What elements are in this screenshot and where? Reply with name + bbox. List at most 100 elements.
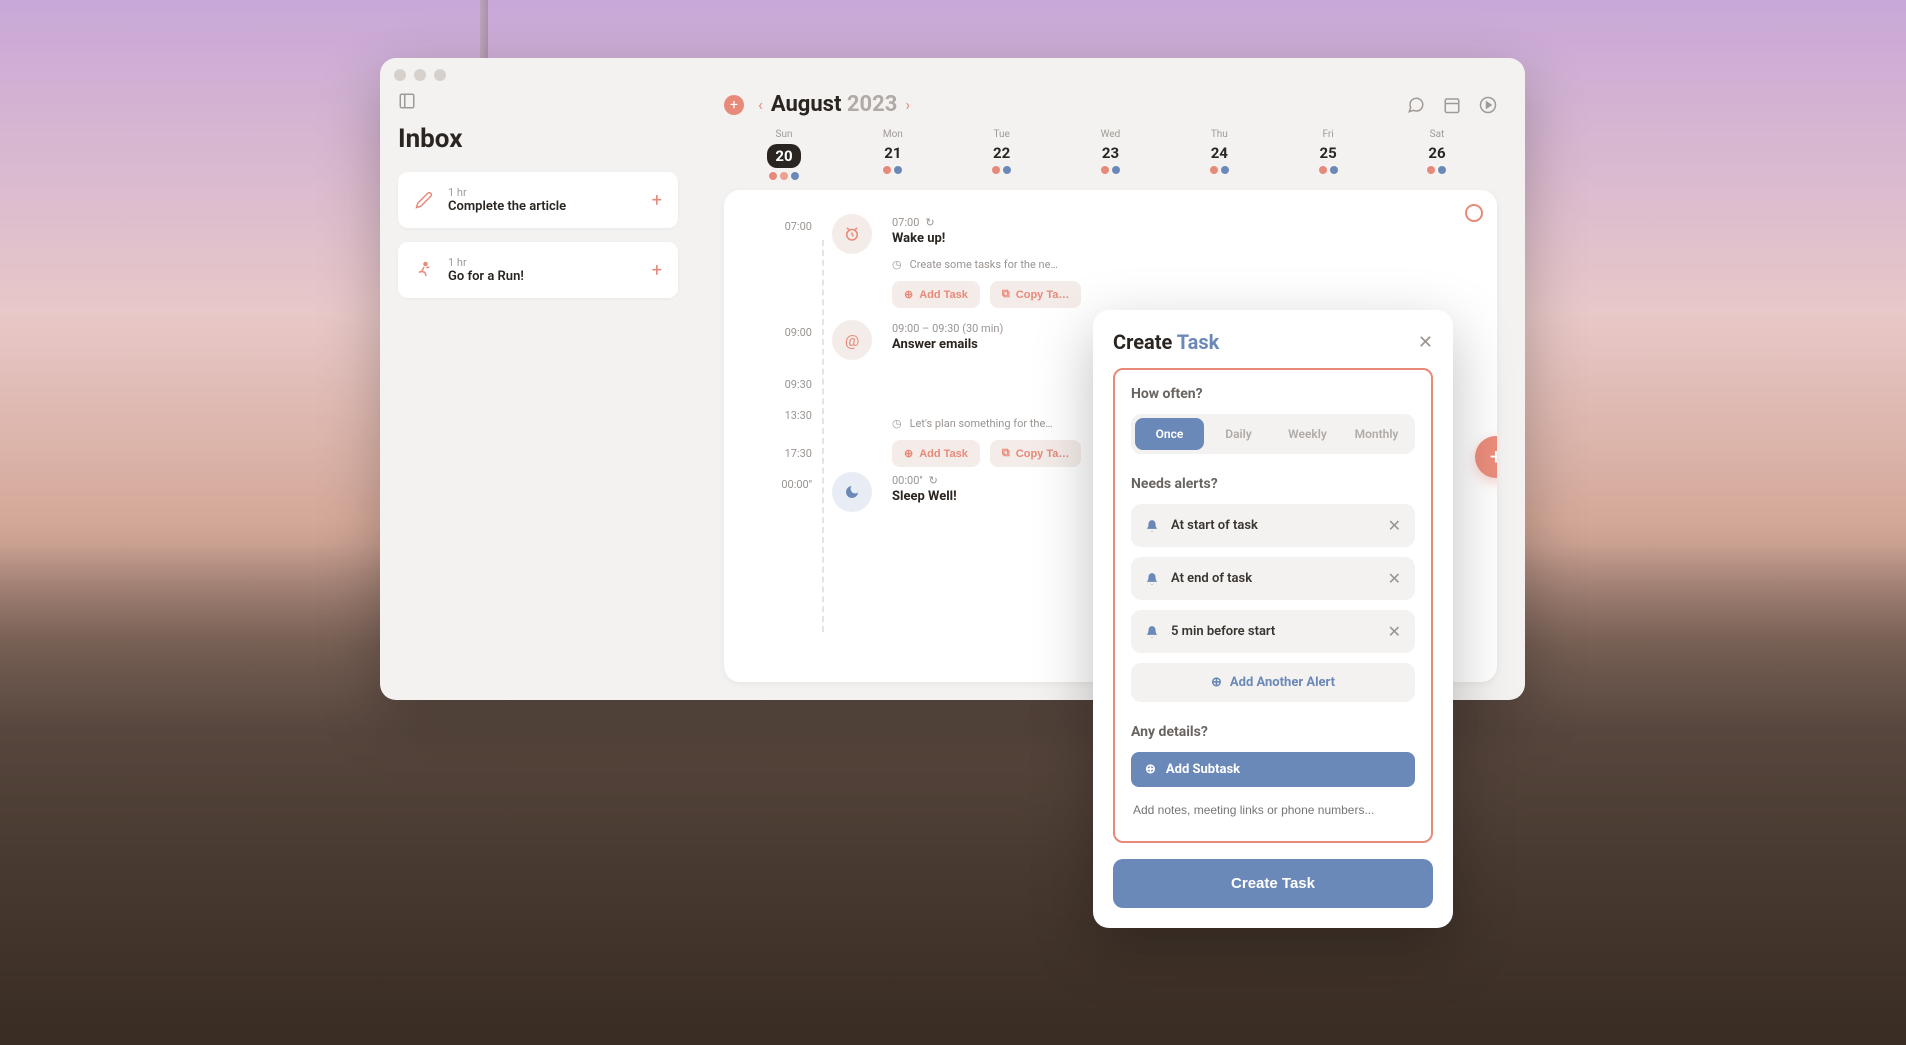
day-column[interactable]: Tue 22 [952, 129, 1052, 180]
how-often-label: How often? [1131, 386, 1415, 402]
alert-text: At end of task [1171, 571, 1376, 586]
modal-title-part2: Task [1177, 330, 1220, 354]
inbox-item[interactable]: 1 hr Go for a Run! + [398, 242, 678, 298]
time-label: 00:00'' [754, 472, 812, 512]
calendar-icon[interactable] [1443, 96, 1461, 114]
play-icon[interactable] [1479, 96, 1497, 114]
copy-task-button[interactable]: ⧉Copy Ta… [990, 281, 1081, 308]
remove-alert-icon[interactable]: ✕ [1388, 569, 1401, 588]
day-dots [769, 172, 799, 180]
alarm-icon [832, 214, 872, 254]
event-time: 00:00'' [892, 474, 923, 487]
add-task-button[interactable]: ⊕Add Task [892, 281, 980, 308]
panel-toggle-icon[interactable] [398, 92, 416, 110]
close-icon[interactable]: ✕ [1418, 332, 1433, 353]
moon-icon [832, 472, 872, 512]
add-button[interactable]: + [724, 95, 744, 115]
notes-input[interactable] [1131, 795, 1415, 825]
title-bar [380, 58, 1525, 80]
day-column[interactable]: Mon 21 [843, 129, 943, 180]
fab-add-button[interactable]: + [1475, 436, 1497, 478]
week-row: Sun 20 Mon 21 Tue 22 Wed 23 Thu 24 Fri 2… [724, 125, 1497, 190]
plus-icon[interactable]: + [652, 260, 662, 281]
day-name: Sun [776, 129, 793, 140]
alert-item: At start of task ✕ [1131, 504, 1415, 547]
inbox-task-title: Go for a Run! [448, 269, 638, 284]
repeat-icon: ↻ [925, 216, 934, 229]
create-task-modal: Create Task ✕ How often? OnceDailyWeekly… [1093, 310, 1453, 928]
alert-text: At start of task [1171, 518, 1376, 533]
modal-title-part1: Create [1113, 330, 1172, 354]
event-title: Wake up! [892, 231, 1467, 246]
inbox-item-icon [414, 260, 434, 280]
inbox-duration: 1 hr [448, 256, 638, 269]
complete-circle-icon[interactable] [1465, 204, 1483, 222]
add-alert-button[interactable]: ⊕ Add Another Alert [1131, 663, 1415, 702]
day-name: Tue [993, 129, 1009, 140]
bell-icon [1145, 572, 1159, 586]
frequency-option[interactable]: Daily [1204, 418, 1273, 450]
remove-alert-icon[interactable]: ✕ [1388, 516, 1401, 535]
day-number: 20 [767, 144, 800, 168]
subtask-text: Create some tasks for the ne… [910, 258, 1058, 271]
day-dots [1210, 166, 1229, 174]
next-month-button[interactable]: › [905, 95, 910, 114]
day-column[interactable]: Sat 26 [1387, 129, 1487, 180]
day-name: Sat [1430, 129, 1445, 140]
plus-icon[interactable]: + [652, 190, 662, 211]
bell-icon [1145, 519, 1159, 533]
day-column[interactable]: Fri 25 [1278, 129, 1378, 180]
day-number: 22 [993, 144, 1010, 162]
day-number: 21 [884, 144, 901, 162]
day-column[interactable]: Thu 24 [1169, 129, 1269, 180]
day-dots [1427, 166, 1446, 174]
prev-month-button[interactable]: ‹ [758, 95, 763, 114]
inbox-item-icon [414, 190, 434, 210]
alert-item: At end of task ✕ [1131, 557, 1415, 600]
day-name: Thu [1211, 129, 1228, 140]
day-name: Mon [883, 129, 903, 140]
repeat-icon: ↻ [929, 474, 938, 487]
day-dots [1319, 166, 1338, 174]
day-number: 25 [1320, 144, 1337, 162]
day-dots [992, 166, 1011, 174]
alert-text: 5 min before start [1171, 624, 1376, 639]
frequency-option[interactable]: Weekly [1273, 418, 1342, 450]
day-name: Wed [1101, 129, 1121, 140]
inbox-duration: 1 hr [448, 186, 638, 199]
day-number: 24 [1211, 144, 1228, 162]
remove-alert-icon[interactable]: ✕ [1388, 622, 1401, 641]
plus-circle-icon: ⊕ [1145, 762, 1156, 777]
at-icon: @ [832, 320, 872, 360]
month-year: 2023 [847, 92, 898, 117]
day-column[interactable]: Sun 20 [734, 129, 834, 180]
clock-icon: ◷ [892, 258, 902, 271]
event-time: 07:00 [892, 216, 919, 229]
month-name: August [771, 92, 842, 117]
day-number: 26 [1428, 144, 1445, 162]
time-label: 17:30 [754, 441, 812, 460]
time-label: 09:30 [754, 372, 812, 391]
alert-item: 5 min before start ✕ [1131, 610, 1415, 653]
any-details-label: Any details? [1131, 724, 1415, 740]
day-name: Fri [1323, 129, 1334, 140]
create-task-button[interactable]: Create Task [1113, 859, 1433, 908]
frequency-option[interactable]: Monthly [1342, 418, 1411, 450]
day-column[interactable]: Wed 23 [1060, 129, 1160, 180]
needs-alerts-label: Needs alerts? [1131, 476, 1415, 492]
plus-circle-icon: ⊕ [1211, 675, 1222, 690]
inbox-title: Inbox [398, 124, 678, 154]
frequency-option[interactable]: Once [1135, 418, 1204, 450]
frequency-selector: OnceDailyWeeklyMonthly [1131, 414, 1415, 454]
day-number: 23 [1102, 144, 1119, 162]
day-dots [1101, 166, 1120, 174]
time-label: 09:00 [754, 320, 812, 360]
time-label: 07:00 [754, 214, 812, 308]
day-dots [883, 166, 902, 174]
bell-icon [1145, 625, 1159, 639]
inbox-item[interactable]: 1 hr Complete the article + [398, 172, 678, 228]
subtask-text: Let's plan something for the… [910, 417, 1053, 430]
chat-icon[interactable] [1407, 96, 1425, 114]
add-subtask-button[interactable]: ⊕ Add Subtask [1131, 752, 1415, 787]
clock-icon: ◷ [892, 417, 902, 430]
